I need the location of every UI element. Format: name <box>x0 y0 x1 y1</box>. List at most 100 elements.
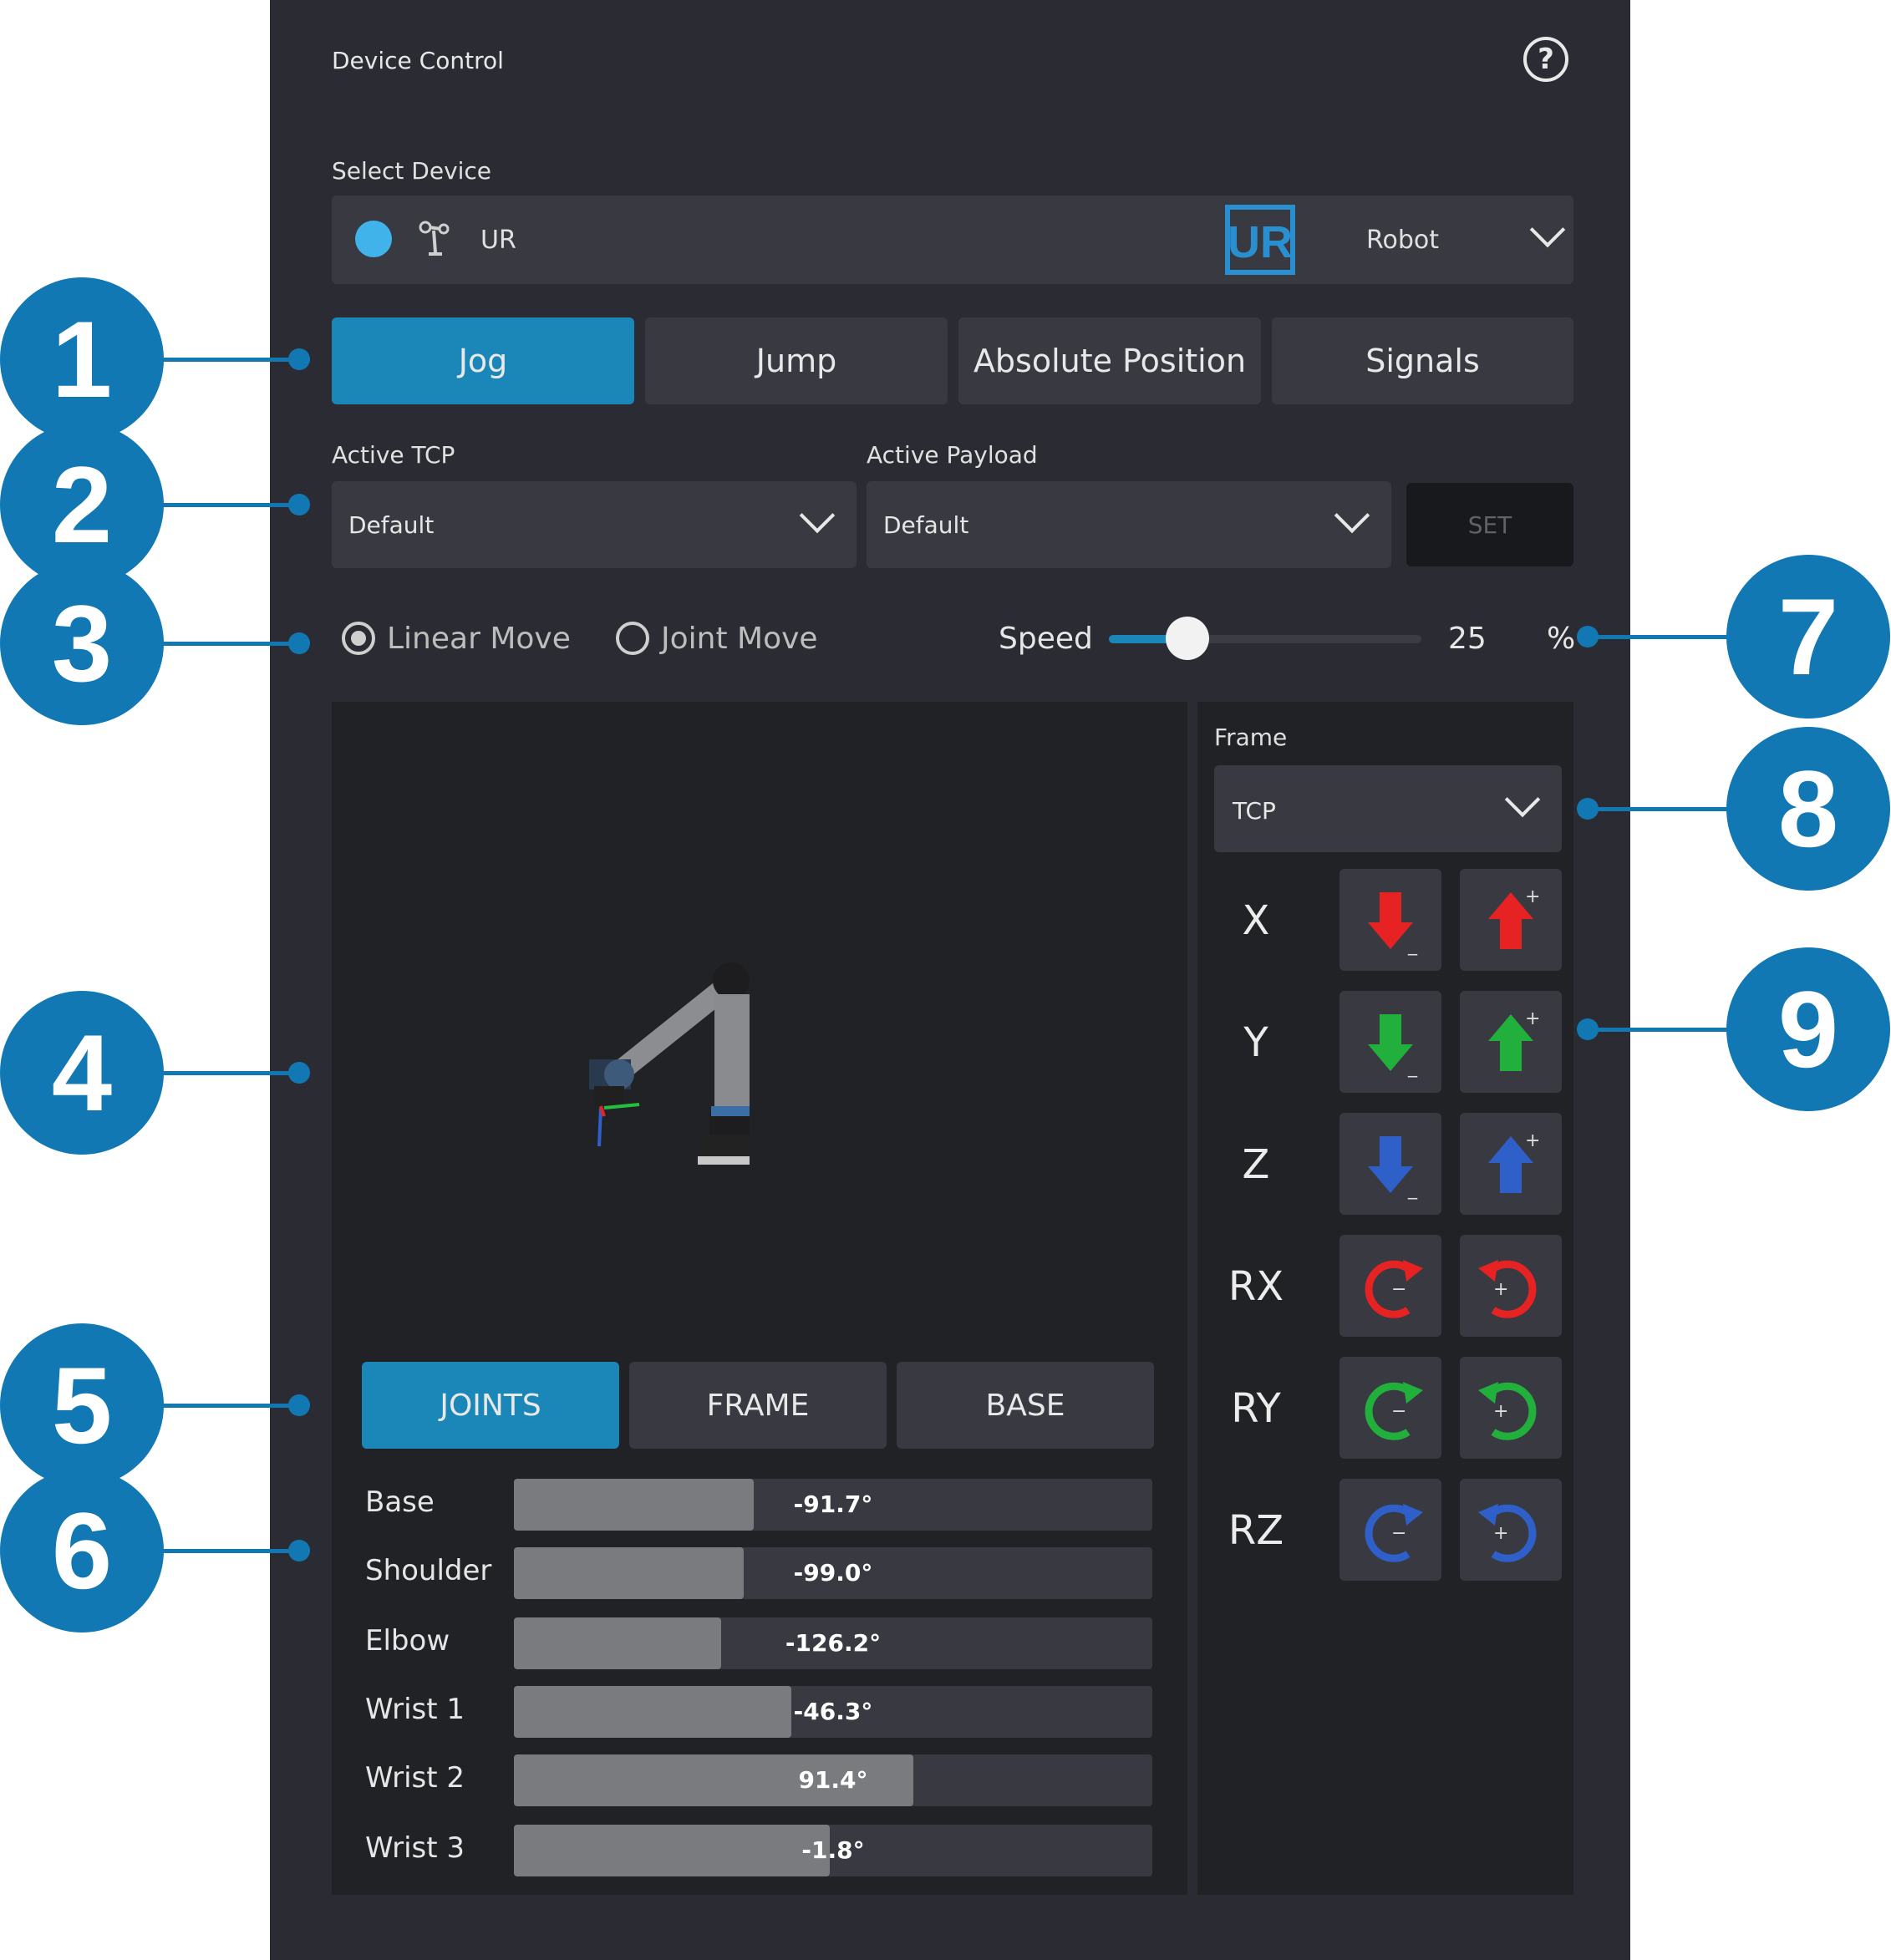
device-name: UR <box>480 226 516 255</box>
joint-label: Shoulder <box>365 1554 492 1587</box>
jog-rx-minus-button[interactable]: − <box>1339 1235 1441 1337</box>
active-tcp-dropdown[interactable]: Default <box>332 481 857 568</box>
callout-leader-dot <box>288 1062 310 1084</box>
ur-logo: UR <box>1225 205 1295 275</box>
joint-slider[interactable]: -126.2° <box>514 1617 1152 1669</box>
callout-marker: 9 <box>1726 947 1890 1111</box>
rotate-arrow-plus-icon: + <box>1478 1382 1537 1440</box>
joint-label: Base <box>365 1485 435 1519</box>
callout-marker: 6 <box>0 1469 164 1632</box>
robot-arm-icon <box>419 221 450 256</box>
jog-z-minus-button[interactable]: _ <box>1339 1113 1441 1215</box>
callout-marker: 5 <box>0 1323 164 1487</box>
svg-text:+: + <box>1493 1523 1508 1544</box>
joint-slider[interactable]: -91.7° <box>514 1479 1152 1531</box>
frame-dropdown[interactable]: TCP <box>1214 765 1562 852</box>
jog-rx-plus-button[interactable]: + <box>1460 1235 1562 1337</box>
jog-y-minus-button[interactable]: _ <box>1339 991 1441 1093</box>
joint-value: -99.0° <box>793 1559 873 1587</box>
rotate-arrow-minus-icon: − <box>1365 1260 1423 1318</box>
axis-label: RZ <box>1228 1507 1284 1554</box>
svg-text:−: − <box>1391 1523 1406 1544</box>
linear-move-radio[interactable] <box>342 622 375 655</box>
joint-move-label: Joint Move <box>661 622 818 656</box>
joint-value: -126.2° <box>785 1629 882 1657</box>
callout-marker: 7 <box>1726 555 1890 718</box>
jog-x-plus-button[interactable]: + <box>1460 869 1562 971</box>
joint-value: -91.7° <box>793 1490 873 1518</box>
speed-unit: % <box>1547 622 1576 656</box>
axis-label: X <box>1242 897 1270 944</box>
chevron-down-icon <box>799 497 836 534</box>
callout-leader-dot <box>288 494 310 515</box>
jog-x-minus-button[interactable]: _ <box>1339 869 1441 971</box>
tab-jump[interactable]: Jump <box>645 317 948 404</box>
tab-frame[interactable]: FRAME <box>629 1362 887 1449</box>
active-payload-dropdown[interactable]: Default <box>867 481 1391 568</box>
callout-leader-line <box>157 642 299 646</box>
robot-3d-view[interactable]: JOINTS FRAME BASE Base -91.7° Shoulder -99.… <box>332 702 1187 1895</box>
tab-jog[interactable]: Jog <box>332 317 634 404</box>
callout-leader-line <box>1588 1028 1733 1032</box>
callout-leader-line <box>157 1404 299 1408</box>
svg-text:−: − <box>1391 1279 1406 1300</box>
svg-text:+: + <box>1525 1130 1540 1151</box>
jog-ry-plus-button[interactable]: + <box>1460 1357 1562 1459</box>
jog-ry-minus-button[interactable]: − <box>1339 1357 1441 1459</box>
jog-rz-plus-button[interactable]: + <box>1460 1479 1562 1581</box>
callout-leader-dot <box>288 348 310 370</box>
jog-z-plus-button[interactable]: + <box>1460 1113 1562 1215</box>
arrow-minus-icon: _ <box>1368 1136 1418 1200</box>
tab-base[interactable]: BASE <box>897 1362 1154 1449</box>
callout-leader-dot <box>288 1540 310 1561</box>
callout-leader-line <box>1588 807 1733 811</box>
active-payload-value: Default <box>883 511 969 539</box>
chevron-down-icon <box>1529 211 1566 248</box>
svg-text:_: _ <box>1407 1179 1418 1200</box>
axis-label: RX <box>1228 1263 1284 1310</box>
jog-rz-minus-button[interactable]: − <box>1339 1479 1441 1581</box>
callout-leader-dot <box>1577 1018 1599 1040</box>
device-selector[interactable]: UR UR Robot <box>332 195 1573 284</box>
arrow-minus-icon: _ <box>1368 892 1418 956</box>
tab-signals[interactable]: Signals <box>1272 317 1573 404</box>
axis-label: RY <box>1231 1385 1281 1432</box>
frame-label: Frame <box>1214 724 1288 751</box>
callout-leader-line <box>157 503 299 507</box>
joint-value: -46.3° <box>793 1698 873 1725</box>
tab-absolute-position[interactable]: Absolute Position <box>958 317 1261 404</box>
callout-leader-line <box>157 1549 299 1553</box>
joint-label: Wrist 1 <box>365 1693 465 1726</box>
callout-leader-line <box>1588 635 1733 639</box>
rotate-arrow-minus-icon: − <box>1365 1382 1423 1440</box>
joint-label: Wrist 2 <box>365 1761 465 1795</box>
tab-joints[interactable]: JOINTS <box>362 1362 619 1449</box>
joint-slider[interactable]: -46.3° <box>514 1686 1152 1738</box>
joint-slider[interactable]: 91.4° <box>514 1754 1152 1806</box>
joint-slider[interactable]: -1.8° <box>514 1825 1152 1876</box>
joint-label: Wrist 3 <box>365 1831 465 1865</box>
callout-leader-dot <box>1577 626 1599 647</box>
set-button[interactable]: SET <box>1406 483 1573 566</box>
joint-slider[interactable]: -99.0° <box>514 1547 1152 1599</box>
jog-panel: Frame TCP X _ + Y _ + Z _ + RX − + RY − + RZ − + <box>1197 702 1573 1895</box>
joint-move-radio[interactable] <box>616 622 649 655</box>
speed-slider-handle[interactable] <box>1165 617 1209 660</box>
arrow-plus-icon: + <box>1488 1008 1540 1071</box>
callout-marker: 1 <box>0 277 164 441</box>
callout-leader-dot <box>288 1394 310 1416</box>
callout-leader-line <box>157 358 299 362</box>
svg-text:+: + <box>1493 1279 1508 1300</box>
question-circle-icon[interactable]: ? <box>1523 37 1568 82</box>
panel-title: Device Control <box>332 47 504 74</box>
rotate-arrow-plus-icon: + <box>1478 1504 1537 1562</box>
jog-y-plus-button[interactable]: + <box>1460 991 1562 1093</box>
svg-text:_: _ <box>1407 935 1418 956</box>
svg-text:_: _ <box>1407 1057 1418 1078</box>
speed-slider-track[interactable] <box>1109 635 1421 643</box>
device-control-panel: Device Control ? Select Device UR UR Rob… <box>270 0 1630 1960</box>
device-type: Robot <box>1366 226 1440 255</box>
arrow-plus-icon: + <box>1488 886 1540 949</box>
speed-value: 25 <box>1448 622 1487 656</box>
chevron-down-icon <box>1334 497 1370 534</box>
